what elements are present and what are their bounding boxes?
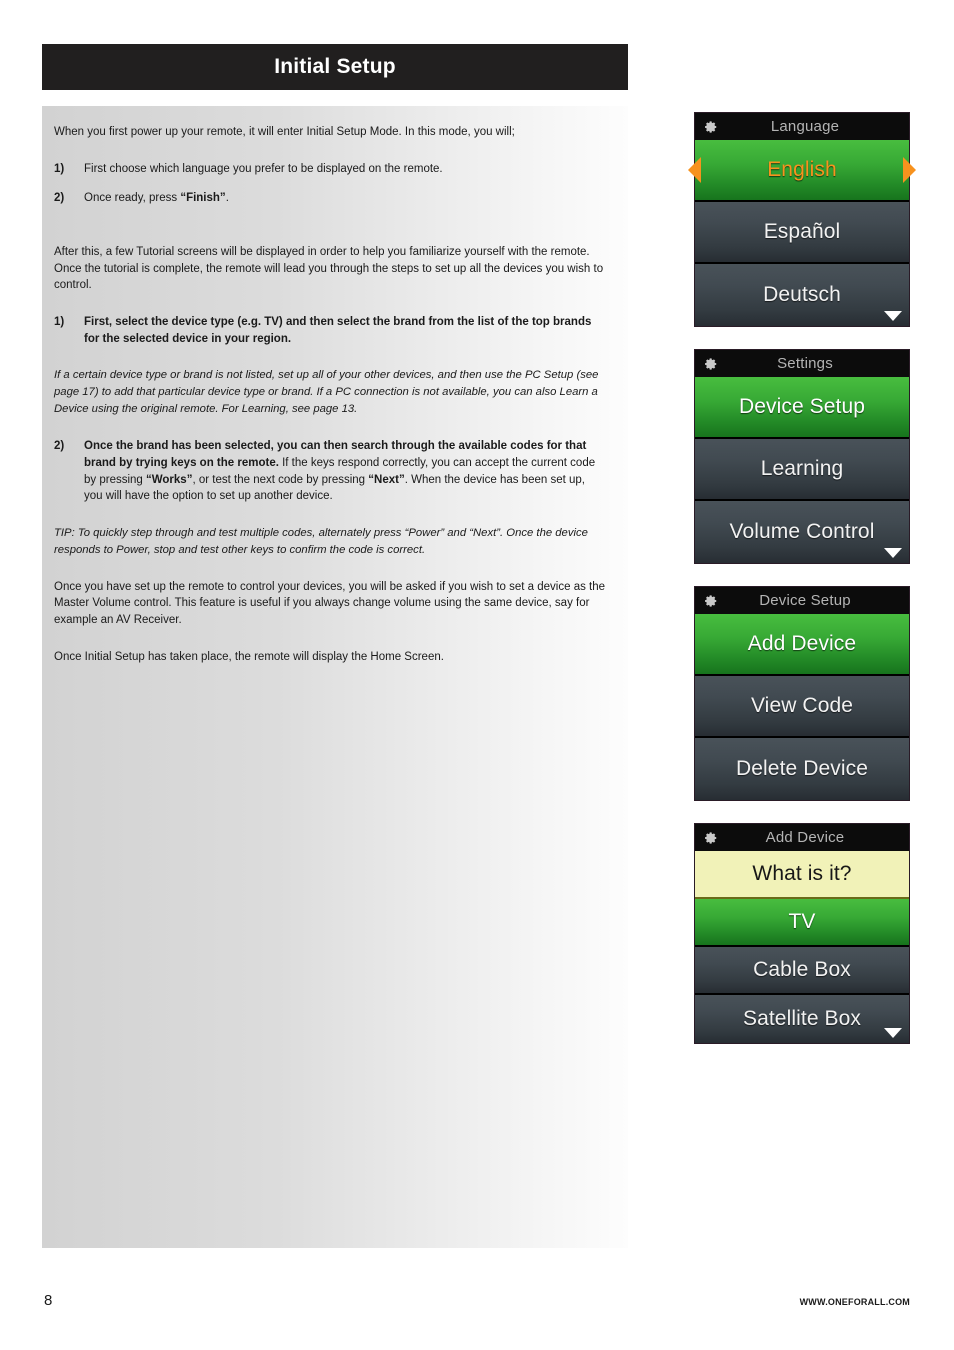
page-title: Initial Setup xyxy=(274,55,396,78)
gear-icon xyxy=(704,357,718,371)
screen-title-bar: Device Setup xyxy=(695,587,909,614)
screen-title-label: Device Setup xyxy=(759,592,851,609)
page-header-bar: Initial Setup xyxy=(42,44,628,90)
menu-row-cable-box[interactable]: Cable Box xyxy=(695,947,909,995)
step-number: 2) xyxy=(54,440,65,453)
menu-row-deutsch[interactable]: Deutsch xyxy=(695,264,909,326)
menu-row-device-setup[interactable]: Device Setup xyxy=(695,377,909,439)
chevron-down-icon[interactable] xyxy=(884,548,902,558)
screen-title-label: Settings xyxy=(777,355,833,372)
screen-title-bar: Add Device xyxy=(695,824,909,851)
step-text: First choose which language you prefer t… xyxy=(84,162,443,175)
list-item-step-2b: 2) Once the brand has been selected, you… xyxy=(54,438,606,505)
tutorial-paragraph: After this, a few Tutorial screens will … xyxy=(54,246,604,292)
menu-row-label: What is it? xyxy=(752,862,852,885)
step-text: Once the brand has been selected, you ca… xyxy=(84,438,606,505)
step-text-emphasis: “Finish” xyxy=(180,192,226,205)
site-url: WWW.ONEFORALL.COM xyxy=(799,1297,910,1307)
menu-row-view-code[interactable]: View Code xyxy=(695,676,909,738)
menu-row-label: Deutsch xyxy=(763,283,841,306)
menu-row-delete-device[interactable]: Delete Device xyxy=(695,738,909,800)
menu-row-volume-control[interactable]: Volume Control xyxy=(695,501,909,563)
menu-row-label: Satellite Box xyxy=(742,1007,862,1030)
step-number: 1) xyxy=(54,316,65,329)
chevron-down-icon[interactable] xyxy=(884,1028,902,1038)
screen-title-bar: Language xyxy=(695,113,909,140)
remote-screen-language: Language English Español Deutsch xyxy=(688,112,916,327)
step-text-emphasis-works: “Works” xyxy=(146,473,193,486)
menu-row-label: Add Device xyxy=(747,632,857,655)
step-text-pre: Once ready, press xyxy=(84,192,181,205)
arrow-left-icon[interactable] xyxy=(688,157,701,183)
step-text-post: . xyxy=(225,192,229,205)
remote-screen-add-device: Add Device What is it? TV Cable Box Satellit… xyxy=(694,823,910,1044)
step-text-mid-2: , or test the next code by pressing xyxy=(192,473,369,486)
step-text: Once ready, press “Finish”. xyxy=(84,190,606,207)
gear-icon xyxy=(704,831,718,845)
menu-row-espa-ol[interactable]: Español xyxy=(695,202,909,264)
italic-note-tip: TIP: To quickly step through and test mu… xyxy=(54,526,588,556)
list-item-step-1a: 1) First choose which language you prefe… xyxy=(54,161,606,178)
menu-row-label: Device Setup xyxy=(738,395,866,418)
chevron-down-icon[interactable] xyxy=(884,311,902,321)
step-text: First, select the device type (e.g. TV) … xyxy=(84,316,592,345)
list-item-step-1b: 1) First, select the device type (e.g. T… xyxy=(54,314,606,347)
menu-row-tv[interactable]: TV xyxy=(695,899,909,947)
menu-row-learning[interactable]: Learning xyxy=(695,439,909,501)
menu-row-label: Delete Device xyxy=(735,757,869,780)
home-screen-paragraph: Once Initial Setup has taken place, the … xyxy=(54,650,444,663)
remote-screen-device-setup: Device Setup Add Device View Code Delete De… xyxy=(694,586,910,801)
gear-icon xyxy=(704,120,718,134)
remote-screen-mockups: Language English Español Deutsch Settings Dev… xyxy=(688,112,916,1066)
step-text-emphasis-next: “Next” xyxy=(368,473,405,486)
master-volume-paragraph: Once you have set up the remote to contr… xyxy=(54,580,606,627)
menu-row-label: Cable Box xyxy=(753,958,851,981)
italic-note-pc-setup: If a certain device type or brand is not… xyxy=(54,369,599,416)
menu-row-label: Volume Control xyxy=(729,520,875,543)
screen-title-label: Add Device xyxy=(765,829,845,846)
page-number: 8 xyxy=(44,1292,53,1309)
arrow-right-icon[interactable] xyxy=(903,157,916,183)
list-item-step-2a: 2) Once ready, press “Finish”. xyxy=(54,190,606,207)
menu-row-english[interactable]: English xyxy=(688,140,916,202)
menu-row-label: Learning xyxy=(760,457,844,480)
gear-icon xyxy=(704,594,718,608)
menu-prompt-row: What is it? xyxy=(695,851,909,899)
remote-screen-settings: Settings Device Setup Learning Volume Contr… xyxy=(694,349,910,564)
menu-row-label: View Code xyxy=(750,694,854,717)
step-number: 2) xyxy=(54,192,65,205)
content-panel: When you first power up your remote, it … xyxy=(42,106,628,1248)
menu-row-satellite-box[interactable]: Satellite Box xyxy=(695,995,909,1043)
step-number: 1) xyxy=(54,162,65,175)
intro-paragraph: When you first power up your remote, it … xyxy=(54,126,515,138)
menu-row-add-device[interactable]: Add Device xyxy=(695,614,909,676)
menu-row-label: TV xyxy=(788,910,816,933)
menu-row-label: Español xyxy=(763,220,841,243)
screen-title-label: Language xyxy=(770,118,840,135)
menu-row-label: English xyxy=(767,158,837,181)
screen-title-bar: Settings xyxy=(695,350,909,377)
